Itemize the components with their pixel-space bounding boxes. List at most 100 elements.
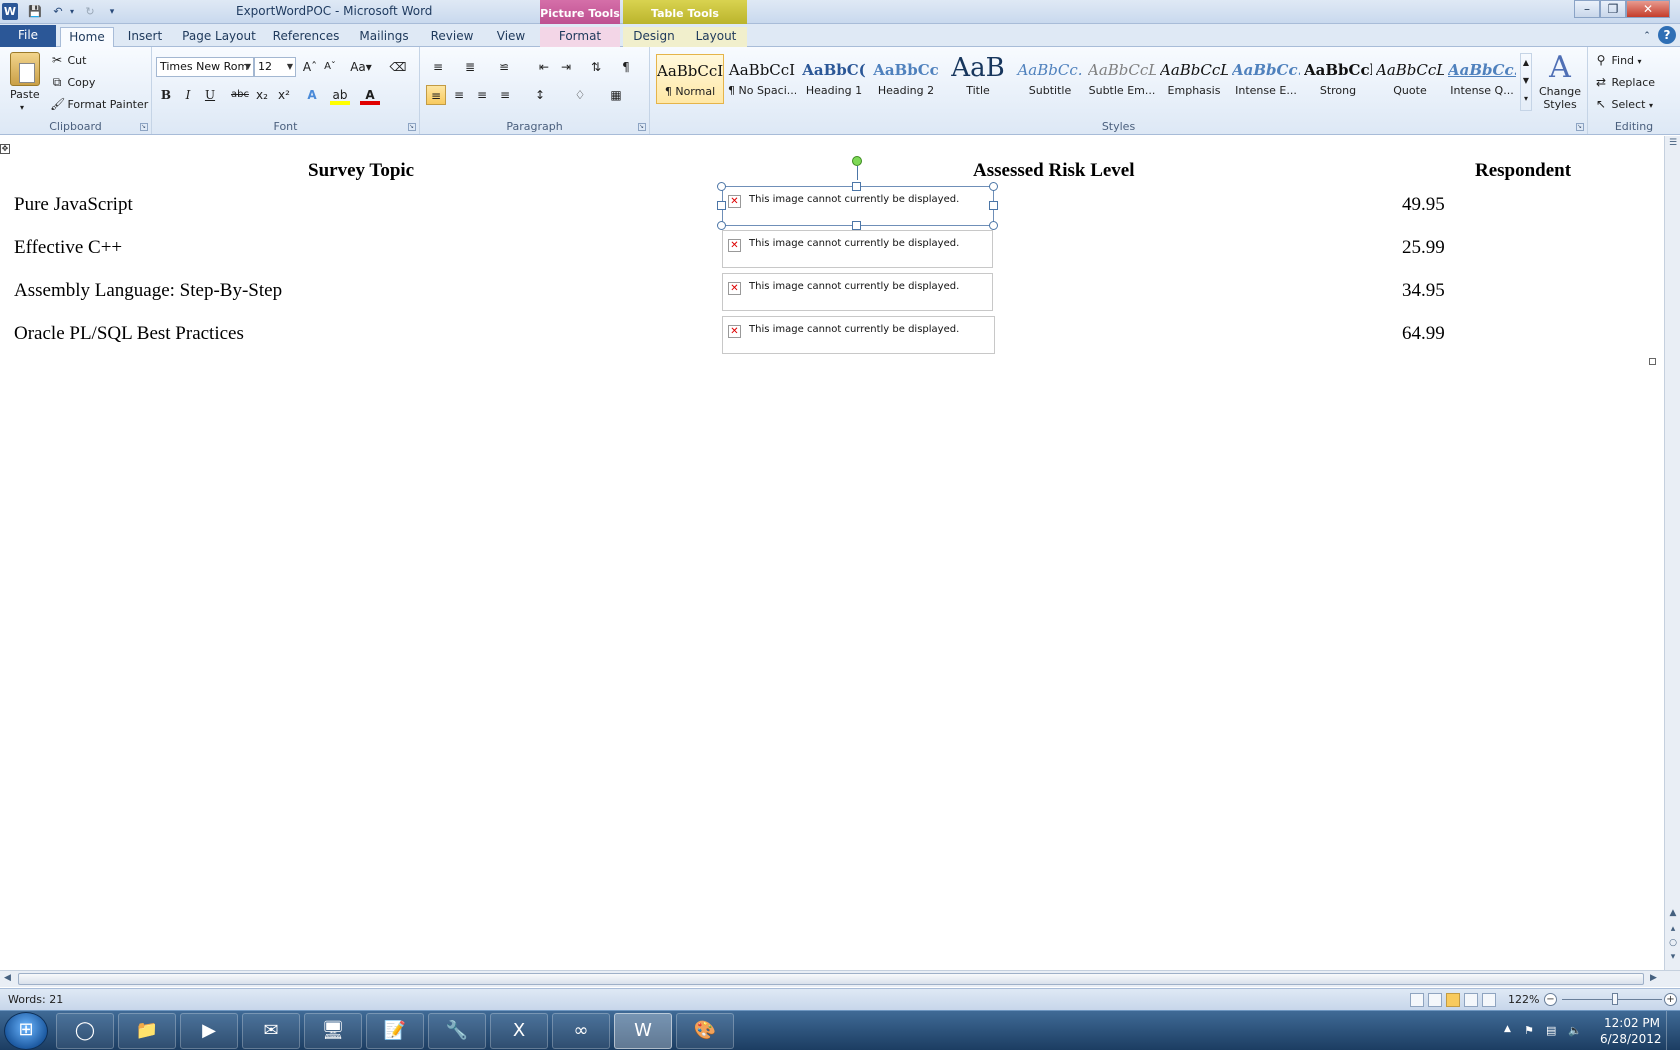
next-page-icon[interactable]: ▾ — [1667, 952, 1679, 962]
full-screen-reading-view-icon[interactable] — [1428, 993, 1442, 1007]
styles-launcher-icon[interactable]: ↘ — [1576, 123, 1584, 131]
show-desktop-button[interactable] — [1666, 1011, 1680, 1050]
internet-explorer-icon[interactable]: ◯ — [56, 1013, 114, 1049]
paste-dropdown-icon[interactable]: ▾ — [20, 103, 24, 112]
table-resize-handle-icon[interactable] — [1649, 358, 1656, 365]
rotate-handle-icon[interactable] — [852, 156, 862, 166]
zoom-slider-thumb[interactable] — [1611, 993, 1618, 1005]
style-no-spacing[interactable]: AaBbCcI ¶ No Spaci... — [728, 54, 796, 104]
media-player-icon[interactable]: ▶ — [180, 1013, 238, 1049]
row-value[interactable]: 64.99 — [1402, 323, 1445, 345]
image-placeholder[interactable]: ✕ This image cannot currently be display… — [722, 273, 993, 311]
row-topic[interactable]: Effective C++ — [14, 237, 122, 259]
tab-view[interactable]: View — [490, 27, 532, 47]
row-topic[interactable]: Pure JavaScript — [14, 194, 133, 216]
sort-icon[interactable]: ⇅ — [586, 57, 606, 77]
justify-icon[interactable]: ≡ — [495, 85, 515, 105]
superscript-icon[interactable]: x² — [274, 85, 294, 105]
resize-handle[interactable] — [852, 182, 861, 191]
word-count[interactable]: Words: 21 — [8, 993, 63, 1006]
image-placeholder-selected[interactable]: ✕ This image cannot currently be display… — [722, 186, 994, 226]
align-center-icon[interactable]: ≡ — [449, 85, 469, 105]
cut-button[interactable]: ✂ Cut — [50, 53, 87, 67]
tab-page-layout[interactable]: Page Layout — [180, 27, 258, 47]
tab-table-layout[interactable]: Layout — [685, 27, 747, 47]
style-intense-quote[interactable]: AaBbCc. Intense Q... — [1448, 54, 1516, 104]
italic-icon[interactable]: I — [178, 85, 198, 105]
scroll-right-icon[interactable]: ▶ — [1650, 973, 1657, 983]
customize-qat-icon[interactable]: ▾ — [104, 3, 120, 21]
redo-icon[interactable]: ↻ — [82, 3, 98, 21]
show-hidden-icons-icon[interactable]: ▲ — [1504, 1024, 1511, 1034]
restore-button[interactable]: ❐ — [1600, 0, 1626, 18]
align-left-icon[interactable]: ≡ — [426, 85, 446, 105]
image-placeholder[interactable]: ✕ This image cannot currently be display… — [722, 316, 995, 354]
minimize-ribbon-icon[interactable]: ⌃ — [1640, 27, 1654, 47]
replace-button[interactable]: ⇄ Replace — [1594, 75, 1655, 89]
paint-icon[interactable]: 🎨 — [676, 1013, 734, 1049]
tab-references[interactable]: References — [270, 27, 342, 47]
font-size-select[interactable]: 12 ▼ — [254, 57, 296, 77]
notepad-icon[interactable]: 📝 — [366, 1013, 424, 1049]
horizontal-scrollbar[interactable]: ◀ ▶ — [0, 970, 1680, 987]
excel-icon[interactable]: X — [490, 1013, 548, 1049]
styles-scroll-icon[interactable]: ▲ ▼ ▾ — [1520, 53, 1532, 111]
font-color-icon[interactable]: A — [360, 85, 380, 105]
paste-icon[interactable] — [10, 52, 40, 86]
browse-object-icon[interactable]: ○ — [1667, 938, 1679, 948]
minimize-button[interactable]: – — [1574, 0, 1600, 18]
word-taskbar-icon[interactable]: W — [614, 1013, 672, 1049]
previous-page-icon[interactable]: ▴ — [1667, 924, 1679, 934]
resize-handle[interactable] — [989, 201, 998, 210]
borders-icon[interactable]: ▦ — [606, 85, 626, 105]
row-value[interactable]: 25.99 — [1402, 237, 1445, 259]
decrease-indent-icon[interactable]: ⇤ — [534, 57, 554, 77]
font-name-select[interactable]: Times New Rom ▼ — [156, 57, 254, 77]
row-topic[interactable]: Assembly Language: Step-By-Step — [14, 280, 282, 302]
scroll-up-icon[interactable]: ▲ — [1667, 908, 1679, 918]
row-topic[interactable]: Oracle PL/SQL Best Practices — [14, 323, 244, 345]
style-heading-2[interactable]: AaBbCc Heading 2 — [872, 54, 940, 104]
format-painter-button[interactable]: 🖌 Format Painter — [50, 97, 148, 111]
highlight-icon[interactable]: ab — [330, 85, 350, 105]
style-quote[interactable]: AaBbCcL Quote — [1376, 54, 1444, 104]
document-area[interactable]: ✥ Survey Topic Assessed Risk Level Respo… — [0, 136, 1664, 970]
paragraph-launcher-icon[interactable]: ↘ — [638, 123, 646, 131]
style-strong[interactable]: AaBbCcl Strong — [1304, 54, 1372, 104]
image-placeholder[interactable]: ✕ This image cannot currently be display… — [722, 230, 993, 268]
style-subtle-emphasis[interactable]: AaBbCcL Subtle Em... — [1088, 54, 1156, 104]
numbering-icon[interactable]: ≣ — [460, 57, 480, 77]
resize-handle[interactable] — [852, 221, 861, 230]
strikethrough-icon[interactable]: abc — [230, 85, 250, 105]
change-styles-button[interactable]: A Change Styles — [1536, 51, 1584, 112]
clock-time[interactable]: 12:02 PM — [1604, 1016, 1660, 1030]
clock-date[interactable]: 6/28/2012 — [1600, 1032, 1662, 1046]
save-icon[interactable]: 💾 — [27, 3, 43, 21]
draft-view-icon[interactable] — [1482, 993, 1496, 1007]
help-icon[interactable]: ? — [1658, 26, 1676, 44]
show-formatting-marks-icon[interactable]: ¶ — [616, 57, 636, 77]
resize-handle[interactable] — [989, 182, 998, 191]
tab-picture-format[interactable]: Format — [540, 27, 620, 47]
font-launcher-icon[interactable]: ↘ — [408, 123, 416, 131]
tab-mailings[interactable]: Mailings — [354, 27, 414, 47]
line-spacing-icon[interactable]: ↕ — [530, 85, 550, 105]
outline-view-icon[interactable] — [1464, 993, 1478, 1007]
row-value[interactable]: 34.95 — [1402, 280, 1445, 302]
table-move-handle-icon[interactable]: ✥ — [0, 144, 10, 154]
copy-button[interactable]: ⧉ Copy — [50, 75, 96, 89]
tools-icon[interactable]: 🔧 — [428, 1013, 486, 1049]
tab-insert[interactable]: Insert — [120, 27, 170, 47]
text-effects-icon[interactable]: A — [302, 85, 322, 105]
style-normal[interactable]: AaBbCcI ¶ Normal — [656, 54, 724, 104]
resize-handle[interactable] — [717, 182, 726, 191]
visual-studio-icon[interactable]: ∞ — [552, 1013, 610, 1049]
zoom-in-icon[interactable]: + — [1664, 993, 1677, 1006]
web-layout-view-icon[interactable] — [1446, 993, 1460, 1007]
tab-file[interactable]: File — [0, 25, 56, 47]
underline-icon[interactable]: U — [200, 85, 220, 105]
clear-formatting-icon[interactable]: ⌫ — [388, 57, 408, 77]
shrink-font-icon[interactable]: Aˇ — [320, 57, 340, 77]
undo-dropdown-icon[interactable]: ▾ — [64, 3, 80, 21]
word-logo-icon[interactable]: W — [2, 3, 18, 20]
